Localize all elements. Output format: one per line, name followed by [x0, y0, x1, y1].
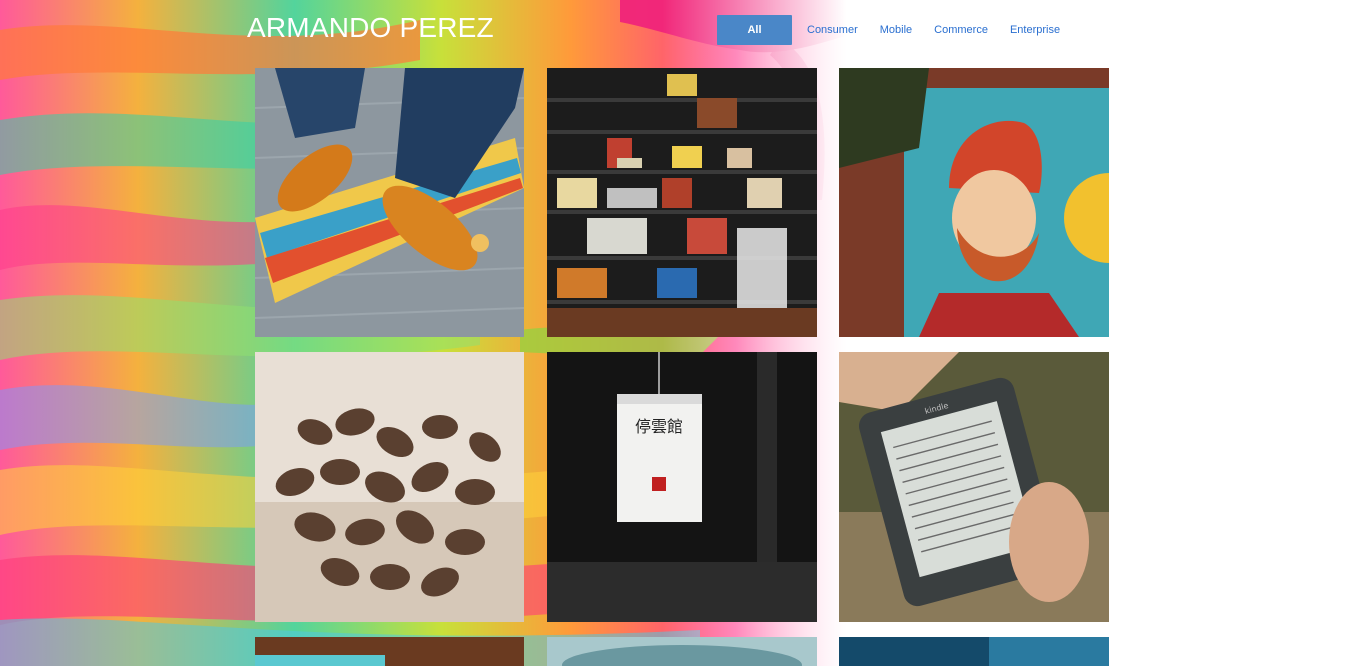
gallery-item-teal[interactable]	[547, 637, 817, 666]
teal-blur-image	[547, 637, 817, 666]
gallery-item-coffee[interactable]	[255, 352, 524, 622]
filter-consumer[interactable]: Consumer	[807, 15, 858, 45]
filter-all[interactable]: All	[717, 15, 792, 45]
gallery-item-skateboard[interactable]	[255, 68, 524, 337]
ereader-image: kindle	[839, 352, 1109, 622]
lantern-calligraphy: 停雲館	[635, 417, 683, 436]
blue-image	[839, 637, 1109, 666]
gallery-item-blue[interactable]	[839, 637, 1109, 666]
skateboard-shoes-image	[255, 68, 524, 337]
filter-enterprise[interactable]: Enterprise	[1010, 15, 1060, 45]
gallery-item-bookshelf[interactable]	[547, 68, 817, 337]
filter-mobile[interactable]: Mobile	[880, 15, 912, 45]
mural-image	[839, 68, 1109, 337]
coffee-beans-image	[255, 352, 524, 622]
gallery-item-lantern[interactable]: 停雲館	[547, 352, 817, 622]
site-title[interactable]: ARMANDO PEREZ	[247, 11, 494, 45]
page: ARMANDO PEREZ All Consumer Mobile Commer…	[0, 0, 1349, 666]
gallery-item-mural[interactable]	[839, 68, 1109, 337]
portfolio-filter-bar: All Consumer Mobile Commerce Enterprise	[717, 15, 1082, 45]
paper-lantern-image: 停雲館	[547, 352, 817, 622]
bookshelf-image	[547, 68, 817, 337]
gallery-item-ereader[interactable]: kindle	[839, 352, 1109, 622]
laptop-image	[255, 637, 524, 666]
filter-commerce[interactable]: Commerce	[934, 15, 988, 45]
gallery-item-laptop[interactable]	[255, 637, 524, 666]
